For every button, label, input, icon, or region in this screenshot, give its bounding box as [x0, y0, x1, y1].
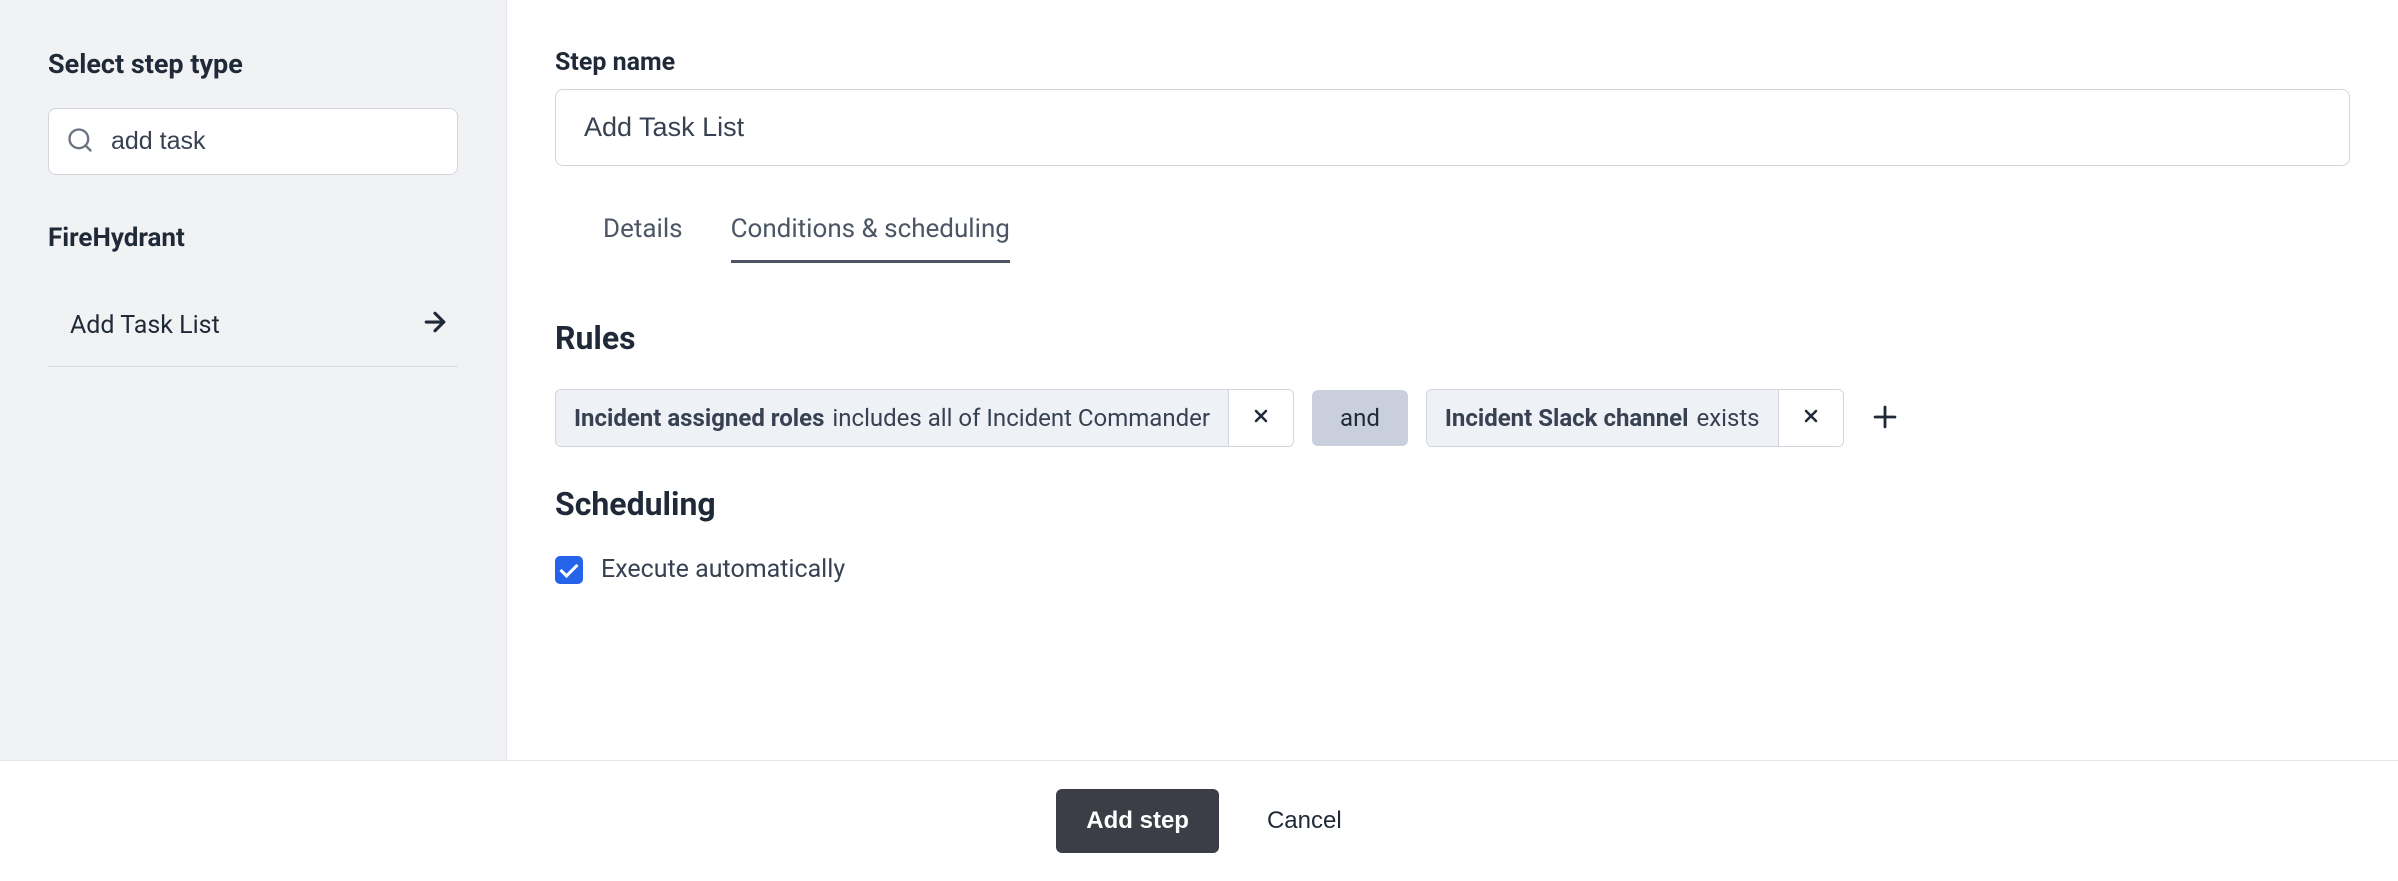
- add-rule-button[interactable]: [1862, 394, 1908, 443]
- rule-chip-text[interactable]: Incident Slack channel exists: [1427, 390, 1778, 446]
- rule-condition: exists: [1696, 404, 1759, 432]
- scheduling-heading: Scheduling: [555, 485, 2350, 523]
- main-content: Step name Details Conditions & schedulin…: [507, 0, 2398, 760]
- scheduling-row: Execute automatically: [555, 555, 2350, 584]
- rule-remove-button[interactable]: [1228, 390, 1293, 446]
- rule-remove-button[interactable]: [1778, 390, 1843, 446]
- step-name-input[interactable]: [555, 89, 2350, 166]
- plus-icon: [1868, 400, 1902, 437]
- rule-condition: includes all of Incident Commander: [832, 404, 1210, 432]
- search-wrapper: [48, 108, 458, 175]
- rule-field: Incident assigned roles: [574, 404, 824, 432]
- tabs: Details Conditions & scheduling: [555, 214, 2350, 263]
- close-icon: [1251, 406, 1271, 430]
- execute-auto-checkbox[interactable]: [555, 556, 583, 584]
- search-input[interactable]: [48, 108, 458, 175]
- rule-chip-0: Incident assigned roles includes all of …: [555, 389, 1294, 447]
- rules-heading: Rules: [555, 319, 2350, 357]
- sidebar-item-label: Add Task List: [70, 311, 220, 340]
- sidebar-item-add-task-list[interactable]: Add Task List: [48, 285, 458, 367]
- arrow-right-icon: [420, 307, 450, 344]
- footer: Add step Cancel: [0, 760, 2398, 881]
- rule-connector[interactable]: and: [1312, 390, 1408, 446]
- sidebar-title: Select step type: [48, 48, 458, 80]
- step-name-label: Step name: [555, 48, 2350, 77]
- rule-field: Incident Slack channel: [1445, 404, 1689, 432]
- add-step-button[interactable]: Add step: [1056, 789, 1219, 853]
- close-icon: [1801, 406, 1821, 430]
- execute-auto-label: Execute automatically: [601, 555, 845, 584]
- tab-conditions-scheduling[interactable]: Conditions & scheduling: [731, 214, 1010, 263]
- rule-chip-text[interactable]: Incident assigned roles includes all of …: [556, 390, 1228, 446]
- rules-row: Incident assigned roles includes all of …: [555, 389, 2350, 447]
- tab-details[interactable]: Details: [603, 214, 683, 263]
- sidebar-section-label: FireHydrant: [48, 223, 458, 253]
- sidebar: Select step type FireHydrant Add Task Li…: [0, 0, 507, 760]
- cancel-button[interactable]: Cancel: [1267, 807, 1342, 835]
- rule-chip-1: Incident Slack channel exists: [1426, 389, 1844, 447]
- search-icon: [66, 126, 94, 158]
